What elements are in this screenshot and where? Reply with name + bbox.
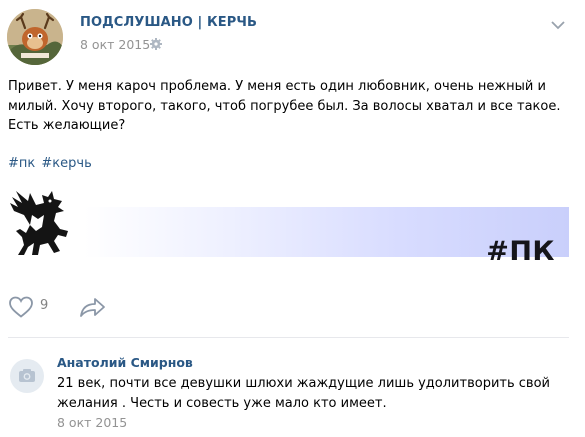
post-actions: 9 bbox=[0, 290, 585, 324]
like-count: 9 bbox=[40, 298, 49, 313]
post-date[interactable]: 8 окт 2015 bbox=[80, 37, 150, 52]
post-text-line: Есть желающие? bbox=[8, 118, 126, 133]
banner-label: #ПК bbox=[486, 236, 555, 267]
heart-icon[interactable] bbox=[8, 295, 34, 319]
griffin-logo-icon bbox=[10, 191, 68, 255]
gear-icon bbox=[150, 38, 162, 50]
group-avatar[interactable] bbox=[7, 9, 63, 65]
post-image-banner[interactable]: #ПК bbox=[0, 185, 569, 267]
post-text-line: Привет. У меня кароч проблема. У меня ес… bbox=[8, 79, 546, 94]
post-header: ПОДСЛУШАНО | КЕРЧЬ 8 окт 2015 bbox=[0, 0, 585, 66]
hashtag-link[interactable]: #керчь bbox=[41, 156, 91, 171]
comment: Анатолий Смирнов 21 век, почти все девуш… bbox=[0, 345, 585, 437]
chevron-down-icon[interactable] bbox=[551, 20, 565, 30]
post-text-line: милый. Хочу второго, такого, чтоб погруб… bbox=[8, 98, 561, 114]
divider bbox=[8, 337, 569, 338]
comment-author-link[interactable]: Анатолий Смирнов bbox=[57, 355, 193, 370]
share-arrow-icon[interactable] bbox=[79, 295, 106, 319]
group-name-link[interactable]: ПОДСЛУШАНО | КЕРЧЬ bbox=[80, 15, 257, 30]
comment-date[interactable]: 8 окт 2015 bbox=[57, 415, 127, 430]
comment-text: 21 век, почти все девушки шлюхи жаждущие… bbox=[57, 374, 557, 414]
hashtags: #пк #керчь bbox=[8, 156, 94, 171]
camera-icon bbox=[19, 369, 35, 382]
commenter-avatar[interactable] bbox=[10, 359, 44, 393]
comment-text-line: желания . Честь и совесть уже мало кто и… bbox=[57, 396, 387, 411]
comment-text-line: 21 век, почти все девушки шлюхи жаждущие… bbox=[57, 376, 550, 391]
hashtag-link[interactable]: #пк bbox=[8, 156, 35, 171]
post-text: Привет. У меня кароч проблема. У меня ес… bbox=[8, 77, 568, 136]
banner-gradient-strip: #ПК bbox=[84, 207, 569, 267]
